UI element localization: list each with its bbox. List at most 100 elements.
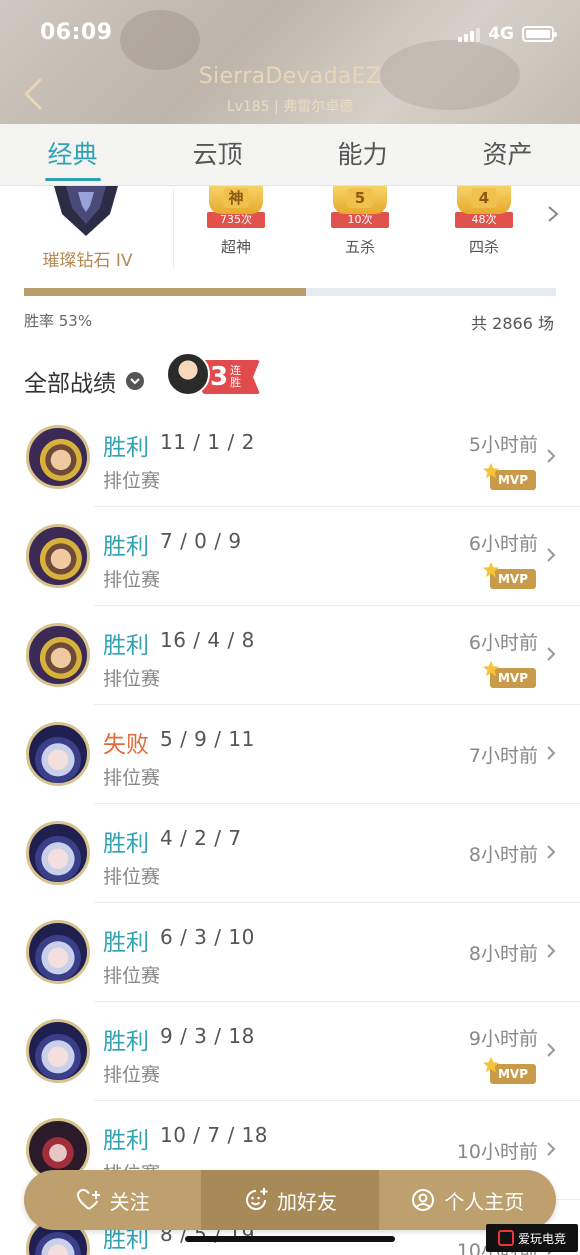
star-icon [482, 561, 500, 578]
mvp-badge: MVP [482, 660, 536, 688]
champion-avatar [26, 524, 90, 588]
match-time: 7小时前 [468, 745, 538, 767]
match-time: 8小时前 [468, 943, 538, 965]
chevron-right-icon[interactable] [546, 204, 560, 224]
streak-flag: 3 连胜 [202, 360, 260, 394]
tab-classic[interactable]: 经典 [0, 124, 145, 185]
match-kda: 9 / 3 / 18 [160, 1024, 255, 1048]
match-list: 胜利 11 / 1 / 2 排位赛 5小时前 MVP 胜利 7 / 0 / 9 排位赛 6小时前… [0, 408, 580, 1255]
match-kda: 11 / 1 / 2 [160, 430, 255, 454]
chevron-right-icon [547, 746, 556, 760]
winrate-bar [24, 288, 556, 296]
chevron-right-icon [547, 1043, 556, 1057]
achievement-label: 超神 [220, 238, 251, 256]
star-icon [482, 1056, 500, 1073]
mvp-badge: MVP [482, 462, 536, 490]
add-friend-button[interactable]: 加好友 [201, 1170, 379, 1230]
diamond-rank-emblem-icon [54, 186, 118, 236]
achievement-count: 10次 [331, 212, 389, 228]
match-row[interactable]: 胜利 16 / 4 / 8 排位赛 6小时前 MVP [0, 606, 580, 705]
achievement-pentakill[interactable]: 5 10次 五杀 [322, 186, 398, 257]
tab-assets[interactable]: 资产 [435, 124, 580, 185]
mvp-badge: MVP [482, 1056, 536, 1084]
match-row[interactable]: 胜利 7 / 0 / 9 排位赛 6小时前 MVP [0, 507, 580, 606]
match-row[interactable]: 胜利 9 / 3 / 18 排位赛 9小时前 MVP [0, 1002, 580, 1101]
achievement-label: 四杀 [468, 238, 499, 256]
champion-avatar [26, 821, 90, 885]
medal-icon: 5 [333, 186, 387, 214]
section-title: 全部战绩 [24, 371, 116, 397]
match-result: 胜利 [103, 534, 149, 560]
champion-avatar [26, 722, 90, 786]
follow-button[interactable]: 关注 [24, 1170, 201, 1230]
medal-icon: 神 [209, 186, 263, 214]
status-time: 06:09 [40, 20, 113, 45]
achievement-count: 735次 [207, 212, 265, 228]
match-mode: 排位赛 [103, 1064, 161, 1086]
achievement-count: 48次 [455, 212, 513, 228]
match-time: 8小时前 [468, 844, 538, 866]
profile-label: 个人主页 [444, 1189, 525, 1214]
rank-label: 璀璨钻石 IV [42, 251, 133, 271]
streak-count: 3 [210, 362, 229, 392]
match-row[interactable]: 胜利 11 / 1 / 2 排位赛 5小时前 MVP [0, 408, 580, 507]
status-indicators: 4G [458, 24, 557, 44]
heart-plus-icon [76, 1188, 100, 1210]
match-kda: 7 / 0 / 9 [160, 529, 242, 553]
player-name: SierraDevadaEZ [198, 64, 382, 89]
streak-avatar-icon [166, 352, 210, 396]
chevron-right-icon [547, 647, 556, 661]
match-kda: 6 / 3 / 10 [160, 925, 255, 949]
rank-achievements: 璀璨钻石 IV 神 735次 超神 5 10次 五杀 4 48次 四杀 [0, 186, 580, 274]
match-time: 6小时前 [468, 533, 538, 555]
match-result: 胜利 [103, 831, 149, 857]
signal-icon [458, 26, 481, 42]
match-result: 胜利 [103, 1128, 149, 1154]
match-kda: 16 / 4 / 8 [160, 628, 255, 652]
streak-text: 连胜 [230, 364, 242, 389]
chevron-right-icon [547, 944, 556, 958]
total-games: 共 2866 场 [471, 314, 554, 333]
divider [173, 190, 174, 268]
battery-icon [522, 26, 557, 42]
home-indicator [185, 1236, 395, 1242]
match-kda: 5 / 9 / 11 [160, 727, 255, 751]
add-friend-label: 加好友 [276, 1189, 337, 1214]
status-bar: 06:09 4G [0, 18, 580, 52]
add-friend-icon [246, 1188, 268, 1210]
match-mode: 排位赛 [103, 668, 161, 690]
network-type: 4G [488, 24, 514, 44]
tab-tft[interactable]: 云顶 [145, 124, 290, 185]
match-time: 10小时前 [456, 1141, 538, 1163]
match-row[interactable]: 胜利 4 / 2 / 7 排位赛 8小时前 [0, 804, 580, 903]
achievement-quadrakill[interactable]: 4 48次 四杀 [446, 186, 522, 257]
match-time: 5小时前 [468, 434, 538, 456]
follow-label: 关注 [109, 1189, 150, 1214]
champion-avatar [26, 1019, 90, 1083]
match-result: 胜利 [103, 930, 149, 956]
match-mode: 排位赛 [103, 866, 161, 888]
winrate-label: 胜率 53% [24, 312, 93, 330]
win-streak-badge: 3 连胜 [166, 352, 262, 400]
profile-button[interactable]: 个人主页 [379, 1170, 556, 1230]
chevron-right-icon [547, 845, 556, 859]
match-row[interactable]: 胜利 6 / 3 / 10 排位赛 8小时前 [0, 903, 580, 1002]
match-filter-dropdown[interactable]: 全部战绩 [24, 364, 144, 398]
match-mode: 排位赛 [103, 767, 161, 789]
achievement-legendary[interactable]: 神 735次 超神 [198, 186, 274, 257]
bottom-action-bar: 关注 加好友 个人主页 [24, 1170, 556, 1230]
match-row[interactable]: 失败 5 / 9 / 11 排位赛 7小时前 [0, 705, 580, 804]
winrate-bar-fill [24, 288, 306, 296]
match-time: 6小时前 [468, 632, 538, 654]
tab-ability[interactable]: 能力 [290, 124, 435, 185]
mvp-badge: MVP [482, 561, 536, 589]
chevron-right-icon [547, 1142, 556, 1156]
champion-avatar [26, 920, 90, 984]
player-level-region: Lv185 | 弗雷尔卓德 [226, 99, 354, 115]
match-mode: 排位赛 [103, 470, 161, 492]
chevron-down-icon [126, 372, 144, 390]
chevron-right-icon [547, 449, 556, 463]
achievement-label: 五杀 [344, 238, 375, 256]
tab-bar: 经典 云顶 能力 资产 [0, 124, 580, 186]
match-result: 胜利 [103, 1029, 149, 1055]
